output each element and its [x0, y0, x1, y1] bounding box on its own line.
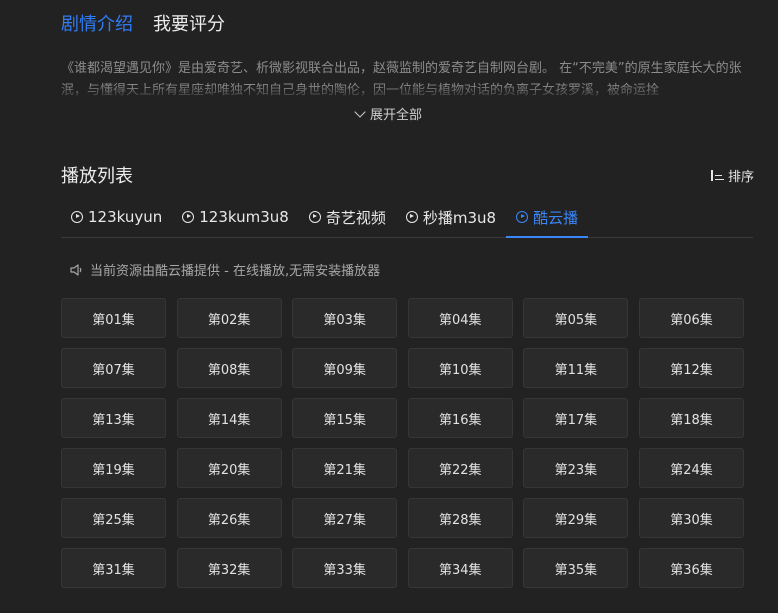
episode-button[interactable]: 第35集 [523, 548, 629, 588]
source-tab-123kuyun[interactable]: 123kuyun [61, 198, 172, 236]
episode-button[interactable]: 第16集 [407, 398, 513, 438]
source-notice-text: 当前资源由酷云播提供 - 在线播放,无需安装播放器 [90, 264, 381, 279]
play-circle-icon [405, 211, 418, 223]
episode-button[interactable]: 第22集 [407, 448, 513, 488]
top-tabs: 剧情介绍 我要评分 [61, 12, 225, 38]
expand-all-label: 展开全部 [369, 108, 422, 123]
episode-button[interactable]: 第21集 [292, 448, 398, 488]
source-tab-label: 酷云播 [533, 208, 579, 227]
sort-label: 排序 [727, 170, 754, 185]
episode-button[interactable]: 第17集 [523, 398, 629, 438]
page: 剧情介绍 我要评分 《谁都渴望遇见你》是由爱奇艺、析微影视联合出品，赵薇监制的爱… [0, 0, 778, 613]
episode-button[interactable]: 第19集 [61, 448, 166, 488]
episode-button[interactable]: 第34集 [407, 548, 513, 588]
episode-button[interactable]: 第36集 [638, 548, 744, 588]
episode-button[interactable]: 第03集 [292, 298, 398, 338]
episode-button[interactable]: 第04集 [407, 298, 513, 338]
episode-button[interactable]: 第29集 [523, 498, 629, 538]
synopsis-text: 《谁都渴望遇见你》是由爱奇艺、析微影视联合出品，赵薇监制的爱奇艺自制网台剧。 在… [61, 58, 751, 102]
tab-rating[interactable]: 我要评分 [153, 12, 225, 38]
play-circle-icon [71, 211, 83, 223]
episode-button[interactable]: 第27集 [292, 498, 398, 538]
source-tabs: 123kuyun 123kum3u8 奇艺视频 秒播m3u8 酷云播 [61, 198, 753, 238]
source-tab-123kum3u8[interactable]: 123kum3u8 [172, 198, 299, 236]
tab-synopsis[interactable]: 剧情介绍 [61, 12, 133, 38]
episode-button[interactable]: 第20集 [176, 448, 282, 488]
episode-button[interactable]: 第30集 [638, 498, 744, 538]
source-tab-label: 秒播m3u8 [422, 208, 497, 227]
sort-button[interactable]: 排序 [710, 166, 754, 185]
episode-button[interactable]: 第11集 [523, 348, 629, 388]
episode-button[interactable]: 第02集 [176, 298, 282, 338]
episode-button[interactable]: 第13集 [61, 398, 166, 438]
episode-button[interactable]: 第06集 [638, 298, 744, 338]
chevron-down-icon [354, 106, 366, 118]
episode-button[interactable]: 第31集 [61, 548, 166, 588]
episode-button[interactable]: 第09集 [292, 348, 398, 388]
speaker-icon [70, 263, 82, 276]
episode-button[interactable]: 第10集 [407, 348, 513, 388]
source-tab-qiyi[interactable]: 奇艺视频 [299, 198, 396, 236]
play-circle-icon [516, 211, 529, 223]
episode-button[interactable]: 第01集 [61, 298, 166, 338]
episode-button[interactable]: 第15集 [292, 398, 398, 438]
source-tab-kuyunbo[interactable]: 酷云播 [506, 198, 589, 238]
source-tab-label: 123kum3u8 [199, 208, 289, 226]
expand-all-button[interactable]: 展开全部 [0, 104, 778, 123]
episode-button[interactable]: 第32集 [176, 548, 282, 588]
episode-button[interactable]: 第07集 [61, 348, 166, 388]
source-tab-label: 123kuyun [88, 208, 163, 226]
episode-button[interactable]: 第33集 [292, 548, 398, 588]
play-circle-icon [182, 211, 195, 223]
episode-button[interactable]: 第05集 [523, 298, 629, 338]
sort-list-icon [710, 169, 724, 182]
episode-button[interactable]: 第23集 [523, 448, 629, 488]
play-circle-icon [308, 211, 321, 223]
playlist-title: 播放列表 [61, 166, 133, 187]
episode-grid: 第01集 第02集 第03集 第04集 第05集 第06集第07集 第08集 第09集 第10集… [61, 298, 744, 588]
episode-button[interactable]: 第25集 [61, 498, 166, 538]
episode-button[interactable]: 第24集 [638, 448, 744, 488]
episode-button[interactable]: 第26集 [176, 498, 282, 538]
source-tab-label: 奇艺视频 [325, 208, 386, 227]
episode-button[interactable]: 第08集 [176, 348, 282, 388]
episode-button[interactable]: 第12集 [638, 348, 744, 388]
episode-button[interactable]: 第28集 [407, 498, 513, 538]
source-notice: 当前资源由酷云播提供 - 在线播放,无需安装播放器 [70, 260, 380, 279]
source-tab-miaobo[interactable]: 秒播m3u8 [396, 198, 506, 236]
episode-button[interactable]: 第18集 [638, 398, 744, 438]
episode-button[interactable]: 第14集 [176, 398, 282, 438]
